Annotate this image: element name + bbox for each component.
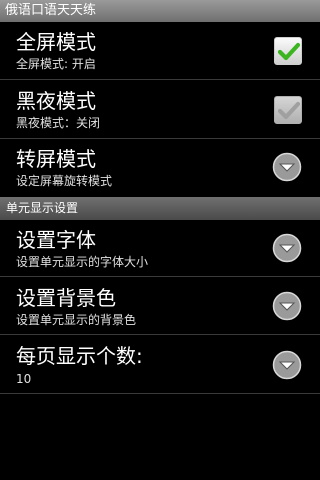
- night-mode-checkbox[interactable]: [274, 96, 302, 124]
- chevron-down-circle-icon[interactable]: [272, 291, 302, 321]
- pref-night-mode[interactable]: 黑夜模式 黑夜模式：关闭: [0, 81, 320, 139]
- pref-summary: 10: [16, 372, 32, 386]
- chevron-down-circle-icon[interactable]: [272, 152, 302, 182]
- pref-font[interactable]: 设置字体 设置单元显示的字体大小: [0, 220, 320, 277]
- pref-summary: 黑夜模式：关闭: [16, 116, 101, 130]
- pref-title: 设置背景色: [16, 286, 116, 310]
- window-title: 俄语口语天天练: [0, 0, 320, 22]
- pref-title: 黑夜模式: [16, 89, 96, 113]
- pref-summary: 设置单元显示的字体大小: [16, 255, 149, 269]
- pref-rotation-mode[interactable]: 转屏模式 设定屏幕旋转模式: [0, 140, 320, 197]
- pref-background-color[interactable]: 设置背景色 设置单元显示的背景色: [0, 278, 320, 335]
- checkmark-icon: [277, 101, 301, 120]
- category-unit-display: 单元显示设置: [0, 197, 320, 220]
- pref-summary: 设置单元显示的背景色: [16, 313, 137, 327]
- pref-title: 全屏模式: [16, 30, 96, 54]
- pref-summary: 设定屏幕旋转模式: [16, 174, 113, 188]
- pref-fullscreen[interactable]: 全屏模式 全屏模式: 开启: [0, 22, 320, 80]
- checkmark-icon: [277, 42, 301, 61]
- pref-title: 转屏模式: [16, 147, 96, 171]
- fullscreen-checkbox[interactable]: [274, 37, 302, 65]
- pref-title: 设置字体: [16, 228, 96, 252]
- chevron-down-circle-icon[interactable]: [272, 350, 302, 380]
- pref-title: 每页显示个数:: [16, 344, 143, 368]
- pref-summary: 全屏模式: 开启: [16, 57, 96, 71]
- pref-items-per-page[interactable]: 每页显示个数: 10: [0, 336, 320, 394]
- chevron-down-circle-icon[interactable]: [272, 233, 302, 263]
